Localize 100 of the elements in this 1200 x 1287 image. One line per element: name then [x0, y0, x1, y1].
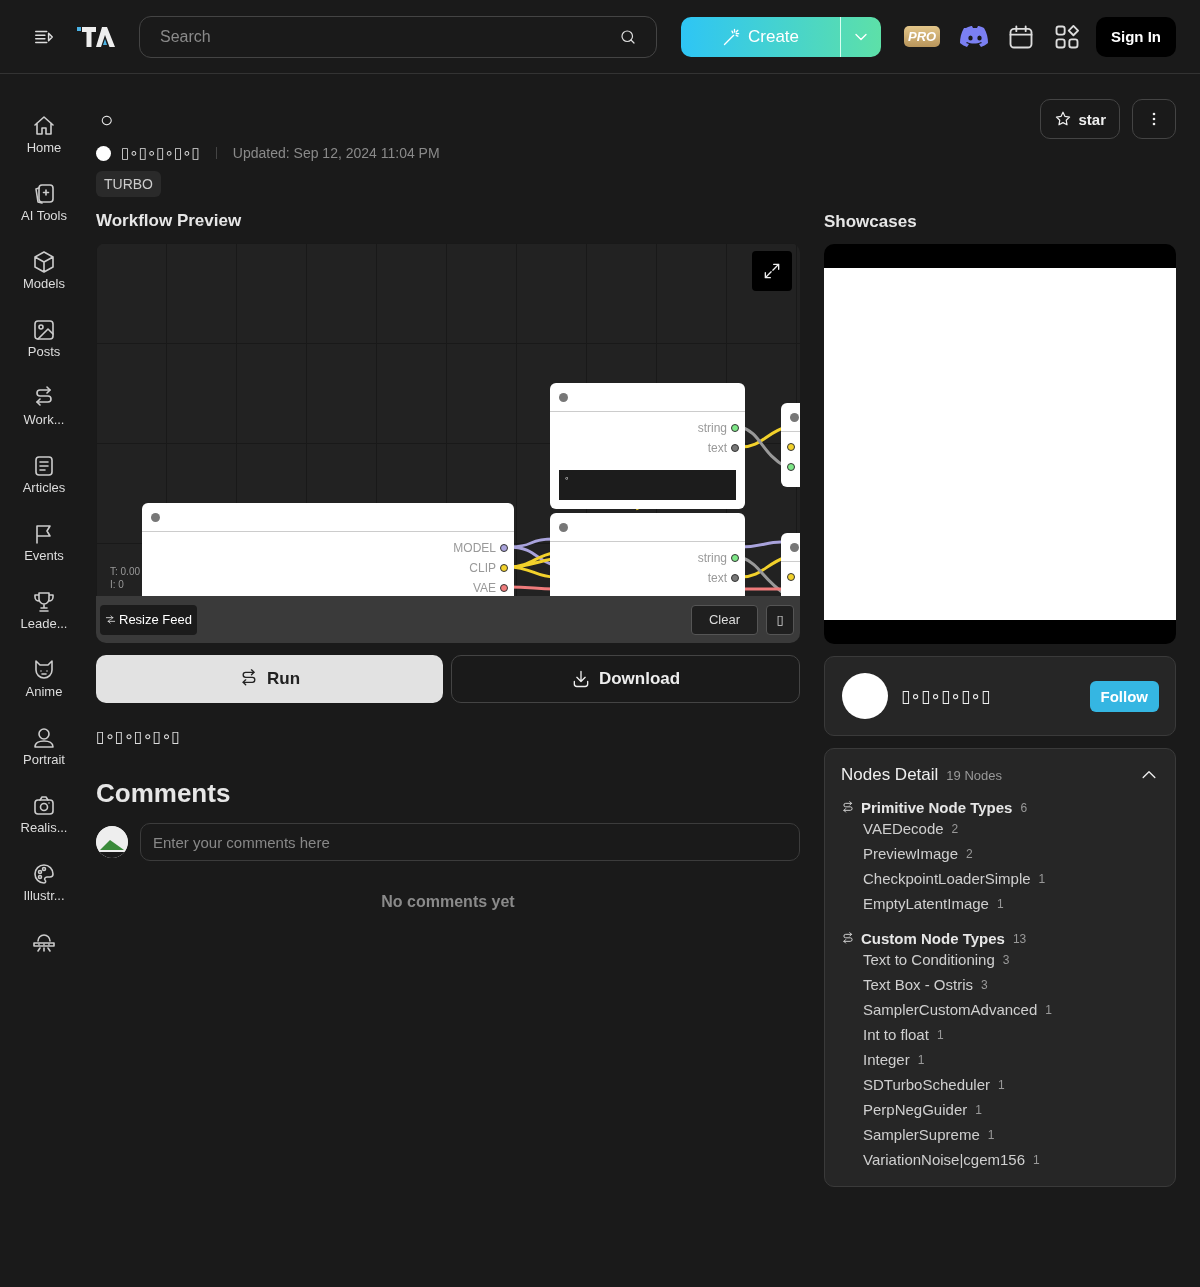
- sparkle-cards-icon: [32, 182, 56, 206]
- search-icon: [619, 27, 637, 46]
- output-pin[interactable]: [731, 554, 739, 562]
- output-label: VAE: [472, 581, 496, 595]
- node-dot: [151, 512, 160, 522]
- count-label: 1: [996, 896, 1004, 911]
- node-type: PerpNegGuider: [863, 1101, 968, 1118]
- nav-item[interactable]: AI Tools: [21, 208, 67, 223]
- nav-item[interactable]: Portrait: [23, 752, 65, 767]
- node-type: SamplerSupreme: [863, 1126, 980, 1143]
- node-type: Integer: [863, 1051, 910, 1068]
- output-pin[interactable]: [500, 564, 508, 572]
- cube-icon: [32, 250, 56, 274]
- count-label: 1: [975, 1102, 982, 1117]
- output-pin[interactable]: [500, 584, 508, 592]
- star-button[interactable]: star: [1040, 99, 1120, 139]
- count-label: 13: [1012, 931, 1027, 946]
- sign-in-button[interactable]: Sign In: [1096, 16, 1176, 57]
- comments-heading: Comments: [96, 778, 232, 809]
- canvas-stat: I: 0: [110, 578, 125, 591]
- output-label: text: [707, 441, 727, 455]
- nav-item[interactable]: Models: [23, 276, 65, 291]
- toolbar-button[interactable]: ▯: [766, 604, 794, 635]
- group-title[interactable]: Primitive Node Types: [861, 799, 1013, 816]
- expand-button[interactable]: [752, 251, 792, 291]
- apps-icon: [1053, 22, 1082, 51]
- author-avatar[interactable]: [842, 673, 888, 719]
- nav-item[interactable]: Illustr...: [23, 888, 65, 903]
- node-dot: [559, 522, 568, 532]
- input-pin[interactable]: [787, 463, 795, 471]
- author-name[interactable]: ▯∘▯∘▯∘▯∘▯: [901, 685, 991, 707]
- output-pin[interactable]: [731, 574, 739, 582]
- node-type: VAEDecode: [863, 820, 944, 837]
- nav-item[interactable]: Events: [24, 548, 64, 563]
- count-label: 3: [981, 977, 988, 992]
- input-pin[interactable]: [787, 573, 795, 581]
- node-type: SamplerCustomAdvanced: [863, 1001, 1038, 1018]
- logo[interactable]: [77, 25, 115, 48]
- run-button[interactable]: Run: [96, 655, 443, 703]
- count-label: 1: [917, 1052, 925, 1067]
- discord-icon[interactable]: [960, 24, 991, 49]
- count-label: 1: [1033, 1152, 1040, 1167]
- workflow-icon: [841, 800, 855, 815]
- download-button[interactable]: Download: [451, 655, 800, 703]
- comment-field[interactable]: Enter your comments here: [140, 823, 800, 861]
- node-type: Int to float: [863, 1026, 929, 1043]
- workflow-icon: [841, 931, 855, 946]
- node-count: 19 Nodes: [946, 767, 1002, 783]
- node-dot: [559, 392, 568, 402]
- node-type: CheckpointLoaderSimple: [863, 870, 1031, 887]
- nav-item[interactable]: Articles: [22, 480, 66, 495]
- output-label: MODEL: [453, 541, 496, 555]
- palette-icon: [32, 862, 56, 886]
- node-card[interactable]: string text ∘: [550, 383, 745, 509]
- input-pin[interactable]: [787, 443, 795, 451]
- resize-feed-button[interactable]: Resize Feed: [100, 604, 197, 635]
- image-icon: [32, 318, 56, 342]
- clear-button[interactable]: Clear: [691, 604, 758, 635]
- node-type: Text Box - Ostris: [863, 976, 974, 993]
- nav-item[interactable]: Work...: [23, 412, 65, 427]
- output-label: CLIP: [469, 561, 496, 575]
- article-icon: [32, 454, 56, 478]
- nav-item[interactable]: Posts: [27, 344, 61, 359]
- expand-icon: [762, 261, 782, 281]
- output-pin[interactable]: [731, 424, 739, 432]
- nav-item[interactable]: Realis...: [20, 820, 68, 835]
- search-field[interactable]: Search: [139, 15, 657, 58]
- group-title[interactable]: Custom Node Types: [861, 930, 1005, 947]
- output-pin[interactable]: [500, 544, 508, 552]
- home-icon: [32, 114, 56, 138]
- author-name[interactable]: ▯∘▯∘▯∘▯∘▯: [121, 144, 200, 162]
- count-label: 2: [966, 846, 973, 861]
- tag[interactable]: TURBO: [96, 171, 161, 197]
- workflow-title: ○: [100, 107, 115, 133]
- nav-item[interactable]: Home: [26, 140, 62, 155]
- node-type: VariationNoise|cgem156: [863, 1151, 1026, 1168]
- nav-item[interactable]: Leade...: [20, 616, 68, 631]
- person-icon: [32, 726, 56, 750]
- node-type: SDTurboScheduler: [863, 1076, 990, 1093]
- updated-date: Updated: Sep 12, 2024 11:04 PM: [232, 145, 440, 161]
- trophy-icon: [32, 590, 56, 614]
- output-label: text: [707, 571, 727, 585]
- node-type: EmptyLatentImage: [863, 895, 989, 912]
- count-label: 2: [951, 821, 959, 836]
- author-avatar[interactable]: [96, 145, 111, 161]
- nav-item[interactable]: Anime: [25, 684, 63, 699]
- count-label: 1: [1038, 871, 1046, 886]
- text-widget[interactable]: ∘: [559, 470, 736, 500]
- camera-icon: [32, 794, 56, 818]
- node-type: PreviewImage: [863, 845, 959, 862]
- section-heading: Showcases: [824, 212, 918, 232]
- magic-wand-icon: [722, 26, 742, 47]
- canvas-stat: T: 0.00: [110, 565, 141, 578]
- more-icon: [1152, 112, 1156, 126]
- node-type: Text to Conditioning: [863, 951, 995, 968]
- count-label: 6: [1020, 800, 1028, 815]
- node-dot: [790, 412, 799, 422]
- count-label: 3: [1002, 952, 1010, 967]
- output-pin[interactable]: [731, 444, 739, 452]
- output-label: string: [697, 551, 727, 565]
